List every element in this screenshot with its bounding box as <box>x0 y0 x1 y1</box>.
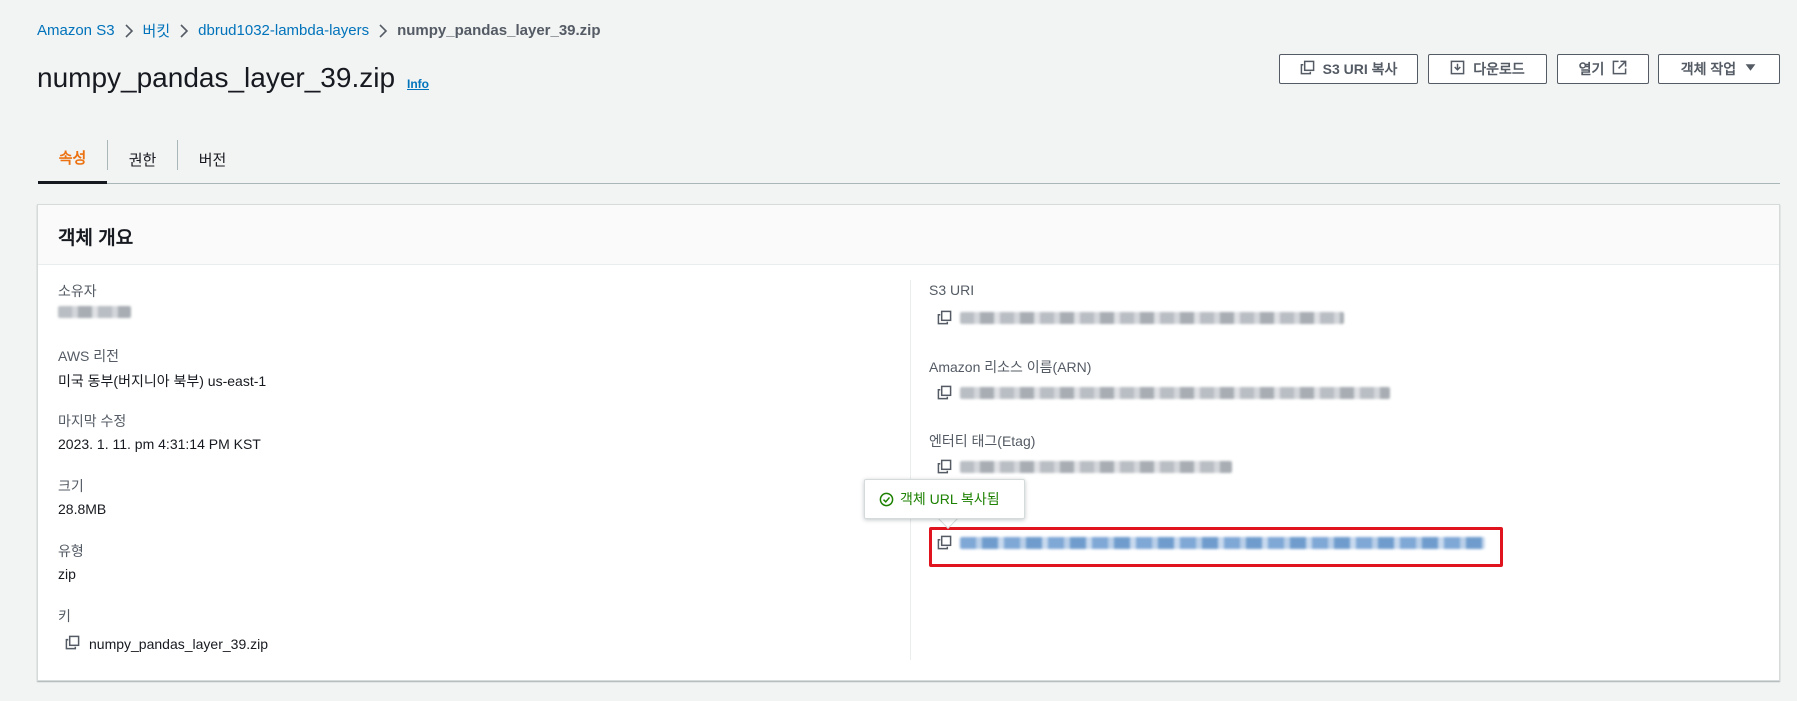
copy-icon[interactable] <box>937 385 952 405</box>
chevron-right-icon <box>369 23 397 38</box>
object-overview-panel: 객체 개요 소유자 AWS 리전 미국 동부(버지니아 북부) us-east-… <box>37 204 1780 681</box>
tab-permissions[interactable]: 권한 <box>108 134 177 184</box>
chevron-right-icon <box>170 23 198 38</box>
download-label: 다운로드 <box>1473 61 1525 77</box>
size-label: 크기 <box>58 478 84 494</box>
tab-properties[interactable]: 속성 <box>38 134 107 184</box>
object-actions-label: 객체 작업 <box>1680 61 1737 77</box>
etag-label: 엔터티 태그(Etag) <box>929 433 1036 449</box>
owner-label: 소유자 <box>58 283 97 299</box>
copy-icon <box>1300 60 1315 78</box>
s3-uri-label: S3 URI <box>929 282 975 298</box>
object-actions-button[interactable]: 객체 작업 <box>1658 54 1780 84</box>
copy-icon[interactable] <box>937 310 952 330</box>
arn-value-redacted <box>960 387 1390 399</box>
caret-down-icon <box>1744 61 1757 77</box>
breadcrumb-current: numpy_pandas_layer_39.zip <box>397 22 601 39</box>
column-divider <box>910 280 911 660</box>
last-modified-value: 2023. 1. 11. pm 4:31:14 PM KST <box>58 436 261 452</box>
region-label: AWS 리전 <box>58 348 120 364</box>
external-link-icon <box>1612 60 1627 78</box>
type-label: 유형 <box>58 543 84 559</box>
info-link[interactable]: Info <box>407 77 429 91</box>
key-value: numpy_pandas_layer_39.zip <box>89 636 269 652</box>
breadcrumb-link-amazon-s3[interactable]: Amazon S3 <box>37 22 115 39</box>
copy-s3-uri-button[interactable]: S3 URI 복사 <box>1279 54 1418 84</box>
type-value: zip <box>58 566 76 582</box>
etag-value-redacted <box>960 461 1232 473</box>
owner-value-redacted <box>58 306 131 318</box>
tab-versions[interactable]: 버전 <box>178 134 247 184</box>
open-label: 열기 <box>1578 61 1605 77</box>
panel-header: 객체 개요 <box>38 205 1779 265</box>
s3-uri-value-redacted <box>960 312 1344 324</box>
last-modified-label: 마지막 수정 <box>58 413 127 429</box>
panel-title: 객체 개요 <box>58 228 134 249</box>
copy-icon[interactable] <box>65 635 80 655</box>
check-circle-icon <box>879 492 894 507</box>
copy-icon[interactable] <box>937 459 952 479</box>
breadcrumb: Amazon S3 버킷 dbrud1032-lambda-layers num… <box>37 20 601 41</box>
copied-tooltip: 객체 URL 복사됨 <box>864 479 1025 519</box>
breadcrumb-link-bucket[interactable]: dbrud1032-lambda-layers <box>198 22 369 39</box>
page-title: numpy_pandas_layer_39.zip <box>37 62 396 93</box>
open-button[interactable]: 열기 <box>1557 54 1649 84</box>
tab-bar: 속성 권한 버전 <box>38 134 1780 184</box>
chevron-right-icon <box>115 23 143 38</box>
breadcrumb-link-buckets[interactable]: 버킷 <box>143 20 171 41</box>
tooltip-text: 객체 URL 복사됨 <box>900 491 1000 507</box>
region-value: 미국 동부(버지니아 북부) us-east-1 <box>58 373 267 389</box>
object-url-highlight <box>929 527 1503 567</box>
download-icon <box>1450 60 1465 78</box>
size-value: 28.8MB <box>58 501 107 517</box>
copy-s3-uri-label: S3 URI 복사 <box>1322 61 1398 77</box>
arn-label: Amazon 리소스 이름(ARN) <box>929 359 1092 375</box>
key-label: 키 <box>58 608 71 624</box>
download-button[interactable]: 다운로드 <box>1428 54 1547 84</box>
